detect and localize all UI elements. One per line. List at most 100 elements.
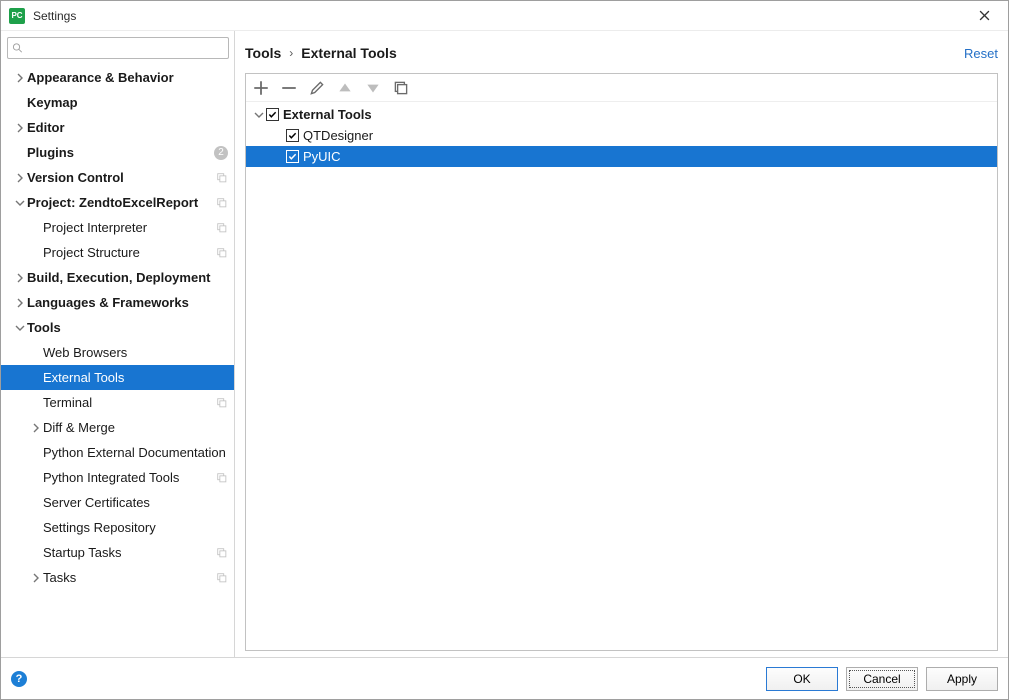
move-down-button[interactable] (364, 79, 382, 97)
sidebar-item-label: Project Structure (43, 245, 216, 260)
project-scope-icon (216, 547, 228, 559)
sidebar-item-label: Python External Documentation (43, 445, 228, 460)
close-button[interactable] (968, 1, 1000, 31)
arrow-placeholder (29, 346, 43, 360)
sidebar-item[interactable]: Version Control (1, 165, 234, 190)
chevron-right-icon (13, 296, 27, 310)
sidebar-item[interactable]: Startup Tasks (1, 540, 234, 565)
project-scope-icon (216, 222, 228, 234)
tool-label: PyUIC (303, 149, 341, 164)
sidebar-item-label: Keymap (27, 95, 228, 110)
arrow-placeholder (13, 146, 27, 160)
sidebar-item[interactable]: Python External Documentation (1, 440, 234, 465)
sidebar-item[interactable]: Python Integrated Tools (1, 465, 234, 490)
checkbox[interactable] (286, 129, 299, 142)
external-tools-tree[interactable]: External Tools QTDesigner PyUIC (246, 102, 997, 650)
checkbox[interactable] (266, 108, 279, 121)
sidebar-item-label: Project Interpreter (43, 220, 216, 235)
sidebar-item-label: Terminal (43, 395, 216, 410)
search-icon (12, 42, 23, 54)
plus-icon (252, 79, 270, 97)
sidebar-item[interactable]: Languages & Frameworks (1, 290, 234, 315)
chevron-down-icon (252, 108, 266, 122)
search-box[interactable] (7, 37, 229, 59)
sidebar-item-label: Project: ZendtoExcelReport (27, 195, 216, 210)
sidebar-item[interactable]: Server Certificates (1, 490, 234, 515)
sidebar-item-label: Editor (27, 120, 228, 135)
chevron-right-icon (29, 571, 43, 585)
chevron-right-icon (29, 421, 43, 435)
breadcrumb-part: External Tools (301, 45, 396, 61)
external-tools-panel: External Tools QTDesigner PyUIC (245, 73, 998, 651)
chevron-down-icon (13, 321, 27, 335)
sidebar-item-label: Plugins (27, 145, 214, 160)
arrow-placeholder (29, 221, 43, 235)
external-tool-item[interactable]: QTDesigner (246, 125, 997, 146)
triangle-down-icon (364, 79, 382, 97)
project-scope-icon (216, 472, 228, 484)
remove-button[interactable] (280, 79, 298, 97)
breadcrumb-part: Tools (245, 45, 281, 61)
sidebar-item[interactable]: Build, Execution, Deployment (1, 265, 234, 290)
sidebar-item[interactable]: Project: ZendtoExcelReport (1, 190, 234, 215)
update-badge: 2 (214, 146, 228, 160)
sidebar-item[interactable]: Web Browsers (1, 340, 234, 365)
sidebar-item[interactable]: Editor (1, 115, 234, 140)
settings-tree[interactable]: Appearance & Behavior Keymap Editor Plugins… (1, 65, 234, 657)
help-button[interactable]: ? (11, 671, 27, 687)
project-scope-icon (216, 247, 228, 259)
arrow-placeholder (29, 446, 43, 460)
checkbox[interactable] (286, 150, 299, 163)
arrow-placeholder (29, 546, 43, 560)
external-tools-group[interactable]: External Tools (246, 104, 997, 125)
move-up-button[interactable] (336, 79, 354, 97)
sidebar-item[interactable]: Tasks (1, 565, 234, 590)
sidebar-item[interactable]: Diff & Merge (1, 415, 234, 440)
sidebar-item-label: Languages & Frameworks (27, 295, 228, 310)
arrow-placeholder (29, 246, 43, 260)
project-scope-icon (216, 397, 228, 409)
apply-button[interactable]: Apply (926, 667, 998, 691)
sidebar-item-label: Tasks (43, 570, 216, 585)
sidebar-item[interactable]: Terminal (1, 390, 234, 415)
arrow-placeholder (29, 496, 43, 510)
breadcrumb: Tools › External Tools Reset (245, 39, 998, 67)
arrow-placeholder (29, 471, 43, 485)
edit-button[interactable] (308, 79, 326, 97)
sidebar-item-label: Version Control (27, 170, 216, 185)
sidebar-item[interactable]: Settings Repository (1, 515, 234, 540)
window-title: Settings (33, 9, 76, 23)
sidebar-item[interactable]: Tools (1, 315, 234, 340)
arrow-placeholder (29, 371, 43, 385)
chevron-right-icon (13, 71, 27, 85)
sidebar: Appearance & Behavior Keymap Editor Plugins… (1, 31, 235, 657)
footer: ? OK Cancel Apply (1, 657, 1008, 699)
sidebar-item[interactable]: Keymap (1, 90, 234, 115)
app-icon: PC (9, 8, 25, 24)
sidebar-item-label: Appearance & Behavior (27, 70, 228, 85)
sidebar-item-label: Tools (27, 320, 228, 335)
copy-button[interactable] (392, 79, 410, 97)
content-pane: Tools › External Tools Reset (235, 31, 1008, 657)
sidebar-item[interactable]: Project Structure (1, 240, 234, 265)
sidebar-item[interactable]: External Tools (1, 365, 234, 390)
chevron-down-icon (13, 196, 27, 210)
tool-label: QTDesigner (303, 128, 373, 143)
sidebar-item[interactable]: Project Interpreter (1, 215, 234, 240)
add-button[interactable] (252, 79, 270, 97)
chevron-right-icon (13, 271, 27, 285)
pencil-icon (308, 79, 326, 97)
external-tool-item[interactable]: PyUIC (246, 146, 997, 167)
sidebar-item[interactable]: Appearance & Behavior (1, 65, 234, 90)
arrow-placeholder (29, 521, 43, 535)
project-scope-icon (216, 172, 228, 184)
sidebar-item-label: Server Certificates (43, 495, 228, 510)
sidebar-item[interactable]: Plugins2 (1, 140, 234, 165)
sidebar-item-label: Build, Execution, Deployment (27, 270, 228, 285)
sidebar-item-label: Diff & Merge (43, 420, 228, 435)
chevron-right-icon (13, 171, 27, 185)
search-input[interactable] (27, 39, 224, 57)
ok-button[interactable]: OK (766, 667, 838, 691)
cancel-button[interactable]: Cancel (846, 667, 918, 691)
reset-link[interactable]: Reset (964, 46, 998, 61)
